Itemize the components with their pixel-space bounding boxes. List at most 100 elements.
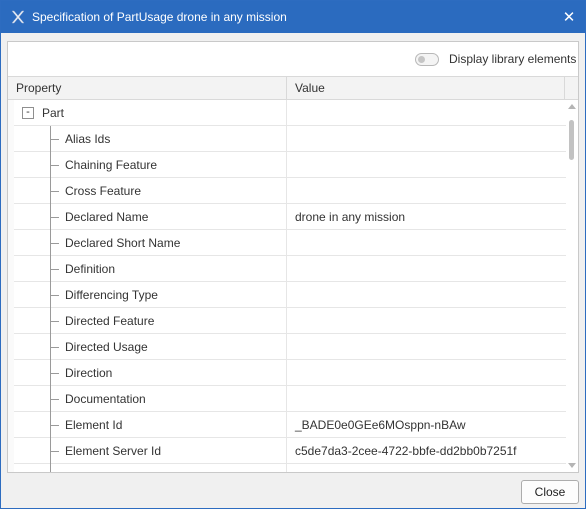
property-name: Documentation: [65, 392, 146, 406]
row-gutter: [8, 152, 14, 178]
property-cell: Element Server Id: [8, 438, 287, 464]
table-row[interactable]: Element Server Id c5de7da3-2cee-4722-bbf…: [8, 438, 566, 464]
vertical-scrollbar[interactable]: [566, 100, 578, 472]
tree-branch: [50, 399, 59, 400]
row-gutter: [8, 256, 14, 282]
value-cell: [287, 464, 566, 472]
property-value[interactable]: drone in any mission: [287, 204, 566, 230]
column-header-value[interactable]: Value: [287, 77, 565, 99]
property-name: Element Id: [65, 418, 123, 432]
property-value[interactable]: c5de7da3-2cee-4722-bbfe-dd2bb0b7251f: [287, 438, 566, 464]
row-gutter: [8, 308, 14, 334]
property-value[interactable]: [287, 308, 566, 334]
row-gutter: [8, 230, 14, 256]
tree-branch: [50, 217, 59, 218]
tree-branch: [50, 269, 59, 270]
property-cell: Alias Ids: [8, 126, 287, 152]
row-gutter: [8, 204, 14, 230]
tree-branch: [50, 321, 59, 322]
dialog-title: Specification of PartUsage drone in any …: [32, 10, 287, 24]
table-row[interactable]: Direction: [8, 360, 566, 386]
group-row-part[interactable]: - Part: [8, 100, 566, 126]
property-cell: Declared Short Name: [8, 230, 287, 256]
value-cell: [287, 100, 566, 126]
table-row[interactable]: Declared Short Name: [8, 230, 566, 256]
table-row[interactable]: Documentation: [8, 386, 566, 412]
x-app-icon: [10, 9, 26, 25]
tree-branch: [50, 191, 59, 192]
property-cell: Chaining Feature: [8, 152, 287, 178]
property-cell: Direction: [8, 360, 287, 386]
collapse-icon[interactable]: -: [22, 107, 34, 119]
property-grid: - Part Alias Ids Chaining Feature Cross …: [8, 100, 566, 472]
tree-branch: [50, 373, 59, 374]
property-value[interactable]: [287, 360, 566, 386]
property-name: Alias Ids: [65, 132, 111, 146]
tree-line: [50, 464, 51, 472]
table-row[interactable]: Alias Ids: [8, 126, 566, 152]
tree-branch: [50, 295, 59, 296]
display-library-label: Display library elements: [449, 52, 577, 66]
table-row[interactable]: Chaining Feature: [8, 152, 566, 178]
property-value[interactable]: [287, 152, 566, 178]
group-label: Part: [42, 106, 65, 120]
property-value[interactable]: _BADE0e0GEe6MOsppn-nBAw: [287, 412, 566, 438]
tree-branch: [50, 165, 59, 166]
row-gutter: [8, 386, 14, 412]
property-name: Cross Feature: [65, 184, 142, 198]
specification-panel: Display library elements Property Value …: [7, 41, 579, 473]
property-value[interactable]: [287, 178, 566, 204]
property-name: Chaining Feature: [65, 158, 158, 172]
row-gutter: [8, 282, 14, 308]
scrollbar-thumb[interactable]: [569, 120, 574, 160]
property-cell: Cross Feature: [8, 178, 287, 204]
property-name: Element Server Id: [65, 444, 162, 458]
property-cell: Declared Name: [8, 204, 287, 230]
panel-toolbar: Display library elements: [8, 42, 578, 76]
row-gutter: [8, 100, 14, 126]
table-row[interactable]: Directed Usage: [8, 334, 566, 360]
table-row[interactable]: [8, 464, 566, 472]
property-value[interactable]: [287, 230, 566, 256]
property-cell: - Part: [8, 100, 287, 126]
display-library-toggle[interactable]: [415, 53, 439, 66]
row-gutter: [8, 178, 14, 204]
table-row[interactable]: Differencing Type: [8, 282, 566, 308]
column-header-property[interactable]: Property: [8, 77, 287, 99]
tree-branch: [50, 243, 59, 244]
property-value[interactable]: [287, 256, 566, 282]
grid-header: Property Value: [8, 76, 578, 100]
close-button[interactable]: Close: [521, 480, 579, 504]
table-row[interactable]: Cross Feature: [8, 178, 566, 204]
row-gutter: [8, 412, 14, 438]
property-cell: Directed Usage: [8, 334, 287, 360]
property-cell: [8, 464, 287, 472]
table-row[interactable]: Element Id _BADE0e0GEe6MOsppn-nBAw: [8, 412, 566, 438]
table-row[interactable]: Declared Name drone in any mission: [8, 204, 566, 230]
tree-branch: [50, 451, 59, 452]
property-value[interactable]: [287, 386, 566, 412]
tree-branch: [50, 139, 59, 140]
tree-branch: [50, 425, 59, 426]
property-name: Differencing Type: [65, 288, 158, 302]
property-value[interactable]: [287, 282, 566, 308]
table-row[interactable]: Directed Feature: [8, 308, 566, 334]
row-gutter: [8, 126, 14, 152]
scroll-up-icon[interactable]: [568, 104, 576, 109]
row-gutter: [8, 334, 14, 360]
property-name: Directed Feature: [65, 314, 155, 328]
property-name: Direction: [65, 366, 113, 380]
specification-dialog: Specification of PartUsage drone in any …: [0, 0, 586, 509]
row-gutter: [8, 360, 14, 386]
close-icon[interactable]: ✕: [559, 7, 579, 27]
title-bar[interactable]: Specification of PartUsage drone in any …: [1, 1, 585, 33]
table-row[interactable]: Definition: [8, 256, 566, 282]
scroll-down-icon[interactable]: [568, 463, 576, 468]
property-cell: Documentation: [8, 386, 287, 412]
property-value[interactable]: [287, 334, 566, 360]
property-cell: Element Id: [8, 412, 287, 438]
property-value[interactable]: [287, 126, 566, 152]
row-gutter: [8, 464, 14, 472]
property-name: Definition: [65, 262, 116, 276]
toggle-knob: [418, 56, 425, 63]
